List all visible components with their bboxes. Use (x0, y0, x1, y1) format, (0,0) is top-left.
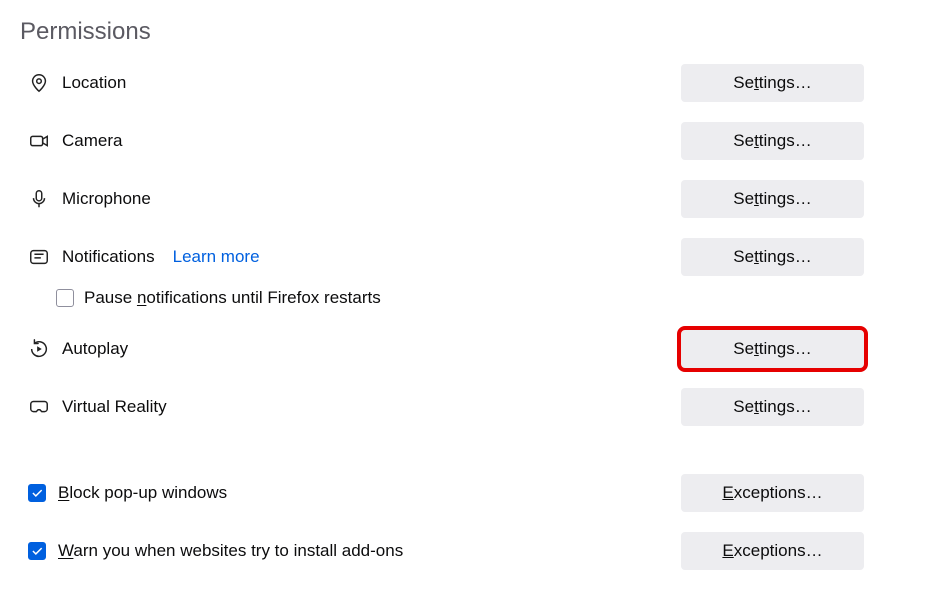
permission-row-camera: Camera Settings… (22, 122, 924, 160)
microphone-settings-button[interactable]: Settings… (681, 180, 864, 218)
notifications-label: Notifications (62, 247, 155, 267)
permission-row-location: Location Settings… (22, 64, 924, 102)
block-popups-exceptions-button[interactable]: Exceptions… (681, 474, 864, 512)
location-settings-button[interactable]: Settings… (681, 64, 864, 102)
warn-addons-exceptions-button[interactable]: Exceptions… (681, 532, 864, 570)
camera-settings-button[interactable]: Settings… (681, 122, 864, 160)
permission-row-autoplay: Autoplay Settings… (22, 330, 924, 368)
autoplay-icon (28, 338, 50, 360)
warn-addons-label: Warn you when websites try to install ad… (58, 541, 403, 561)
virtual-reality-settings-button[interactable]: Settings… (681, 388, 864, 426)
section-title: Permissions (20, 18, 924, 46)
permission-row-virtual-reality: Virtual Reality Settings… (22, 388, 924, 426)
location-icon (28, 72, 50, 94)
block-popups-checkbox[interactable] (28, 484, 46, 502)
pause-notifications-label: Pause notifications until Firefox restar… (84, 288, 381, 308)
virtual-reality-icon (28, 396, 50, 418)
virtual-reality-label: Virtual Reality (62, 397, 167, 417)
camera-icon (28, 130, 50, 152)
notifications-icon (28, 246, 50, 268)
notifications-learn-more-link[interactable]: Learn more (173, 247, 260, 267)
microphone-icon (28, 188, 50, 210)
pause-notifications-row: Pause notifications until Firefox restar… (22, 288, 924, 308)
autoplay-settings-button[interactable]: Settings… (681, 330, 864, 368)
location-label: Location (62, 73, 126, 93)
warn-addons-row: Warn you when websites try to install ad… (22, 532, 924, 570)
block-popups-row: Block pop-up windows Exceptions… (22, 474, 924, 512)
notifications-settings-button[interactable]: Settings… (681, 238, 864, 276)
permission-row-notifications: Notifications Learn more Settings… (22, 238, 924, 276)
microphone-label: Microphone (62, 189, 151, 209)
block-popups-label: Block pop-up windows (58, 483, 227, 503)
permission-row-microphone: Microphone Settings… (22, 180, 924, 218)
warn-addons-checkbox[interactable] (28, 542, 46, 560)
pause-notifications-checkbox[interactable] (56, 289, 74, 307)
camera-label: Camera (62, 131, 122, 151)
autoplay-label: Autoplay (62, 339, 128, 359)
